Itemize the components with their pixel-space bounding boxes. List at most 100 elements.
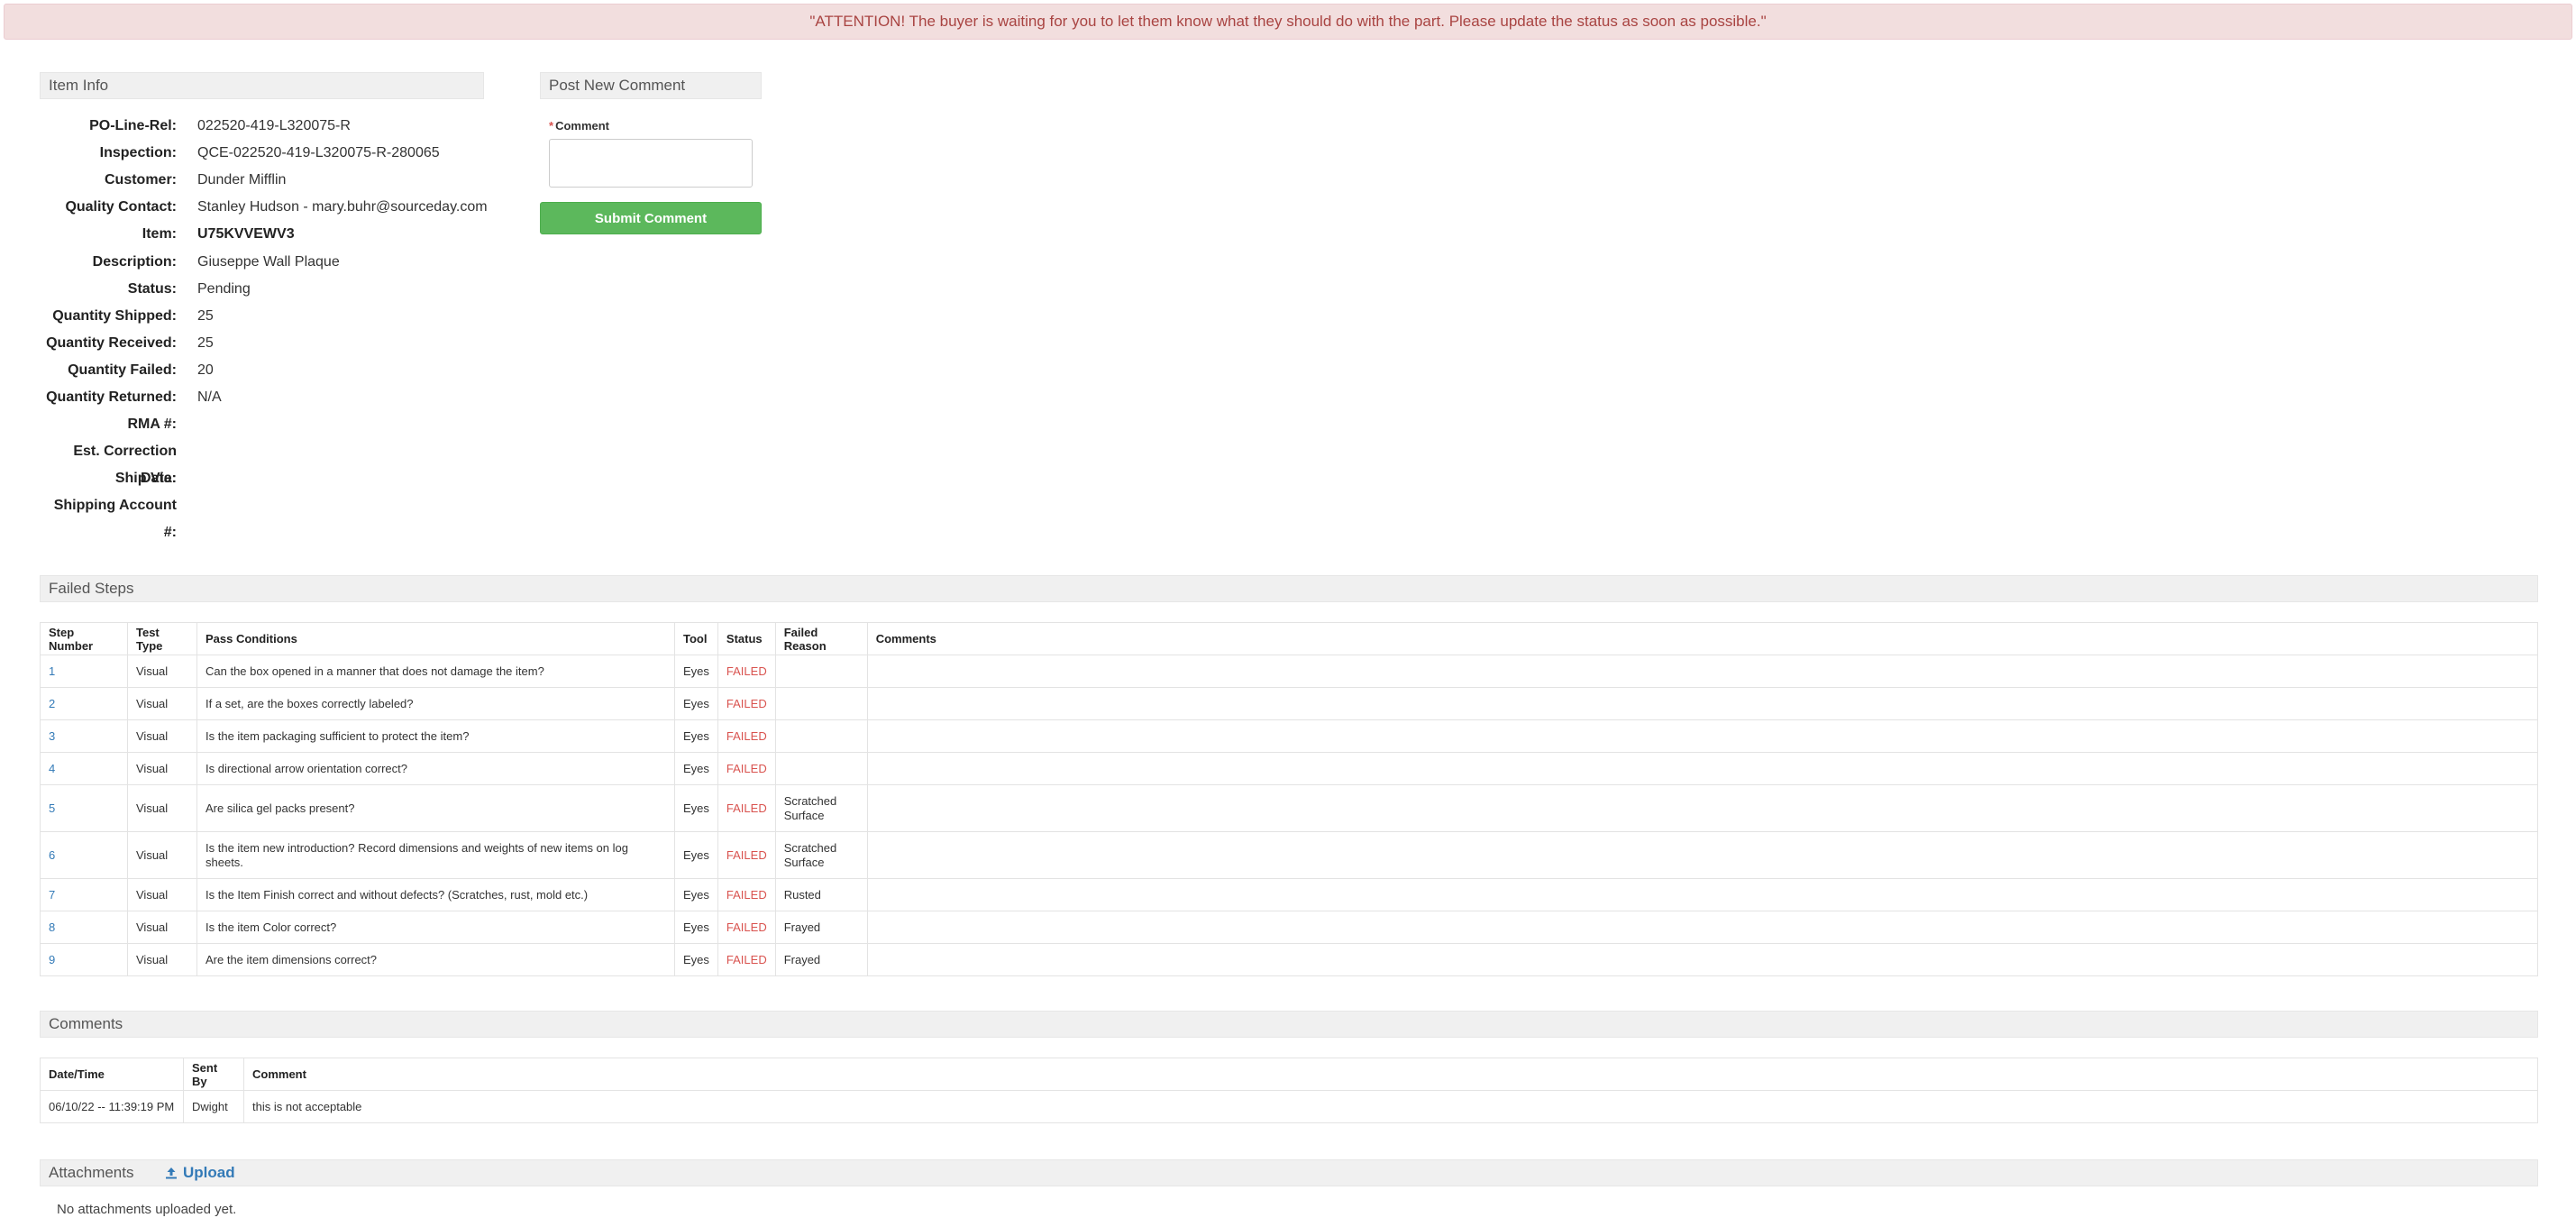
info-row: RMA #: — [40, 411, 508, 438]
comments-header-row: Date/Time Sent By Comment — [40, 1058, 2538, 1091]
step-number-cell[interactable]: 2 — [40, 687, 128, 720]
info-label: Ship Via: — [114, 471, 177, 487]
test-type-cell: Visual — [127, 943, 197, 976]
comments-cell — [866, 655, 2539, 688]
info-value: 022520-419-L320075-R — [197, 118, 351, 133]
column-header: Step Number — [40, 622, 128, 655]
info-label: Description: — [92, 253, 177, 270]
info-label: Status: — [127, 280, 177, 297]
comments-body: 06/10/22 -- 11:39:19 PM Dwight this is not… — [40, 1090, 2538, 1123]
failed-reason-cell: Frayed — [774, 943, 868, 976]
info-row: Inspection: QCE-022520-419-L320075-R-2800… — [40, 140, 508, 167]
column-header: Comment — [243, 1058, 2538, 1091]
info-value: Stanley Hudson - mary.buhr@sourceday.com — [197, 199, 488, 215]
tool-cell: Eyes — [674, 911, 718, 944]
step-number-cell[interactable]: 9 — [40, 943, 128, 976]
info-label: Inspection: — [99, 145, 177, 161]
test-type-cell: Visual — [127, 784, 197, 832]
comment-sender: Dwight — [183, 1090, 244, 1123]
tool-cell: Eyes — [674, 687, 718, 720]
step-number-cell[interactable]: 7 — [40, 878, 128, 911]
info-label: Quantity Received: — [46, 334, 177, 351]
upload-link[interactable]: Upload — [165, 1161, 235, 1185]
no-attachments-text: No attachments uploaded yet. — [57, 1202, 237, 1217]
tool-cell: Eyes — [674, 784, 718, 832]
tool-cell: Eyes — [674, 831, 718, 879]
status-cell: FAILED — [717, 911, 776, 944]
failed-reason-cell: Rusted — [774, 878, 868, 911]
status-cell: FAILED — [717, 943, 776, 976]
comment-label: * Comment — [549, 119, 609, 133]
comment-textarea[interactable] — [549, 139, 753, 188]
table-row: 5 Visual Are silica gel packs present? Eyes… — [40, 784, 2539, 832]
required-mark: * — [549, 119, 554, 133]
failed-reason-cell — [774, 752, 868, 785]
attachments-header: Attachments — [40, 1159, 2538, 1186]
info-value: Dunder Mifflin — [197, 172, 287, 188]
comments-cell — [866, 719, 2539, 753]
status-cell: FAILED — [717, 878, 776, 911]
pass-condition-cell: If a set, are the boxes correctly labele… — [196, 687, 675, 720]
tool-cell: Eyes — [674, 655, 718, 688]
failed-reason-line: Rusted — [783, 888, 821, 902]
item-info-header: Item Info — [40, 72, 484, 99]
table-row: 9 Visual Are the item dimensions correct? E… — [40, 943, 2539, 976]
comments-cell — [866, 752, 2539, 785]
failed-reason-line: Scratched — [783, 840, 837, 855]
info-value: 25 — [197, 307, 214, 324]
info-row: Customer: Dunder Mifflin — [40, 167, 508, 194]
test-type-cell: Visual — [127, 719, 197, 753]
step-number-cell[interactable]: 8 — [40, 911, 128, 944]
failed-steps-header-row: Step Number Test Type Pass Conditions Tool S… — [40, 622, 2539, 655]
info-label: Shipping Account #: — [53, 498, 177, 541]
step-number-cell[interactable]: 4 — [40, 752, 128, 785]
info-row: Description: Giuseppe Wall Plaque — [40, 249, 508, 276]
info-value: Pending — [197, 280, 251, 297]
info-value: 25 — [197, 334, 214, 351]
column-header: Comments — [866, 622, 2539, 655]
table-row: 2 Visual If a set, are the boxes correctly… — [40, 687, 2539, 720]
comments-cell — [866, 878, 2539, 911]
comments-cell — [866, 943, 2539, 976]
failed-reason-cell: Scratched Surface — [774, 784, 868, 832]
table-row: 3 Visual Is the item packaging sufficient … — [40, 719, 2539, 753]
status-cell: FAILED — [717, 784, 776, 832]
info-value: N/A — [197, 389, 222, 405]
comments-cell — [866, 784, 2539, 832]
step-number-cell[interactable]: 1 — [40, 655, 128, 688]
pass-condition-cell: Can the box opened in a manner that does… — [196, 655, 675, 688]
info-row: Quality Contact: Stanley Hudson - mary.bu… — [40, 194, 508, 221]
column-header: Date/Time — [40, 1058, 184, 1091]
failed-reason-cell: Scratched Surface — [774, 831, 868, 879]
failed-steps-header: Failed Steps — [40, 575, 2538, 602]
attachments-title: Attachments — [49, 1164, 134, 1181]
comments-cell — [866, 831, 2539, 879]
test-type-cell: Visual — [127, 831, 197, 879]
submit-comment-button[interactable]: Submit Comment — [540, 202, 762, 234]
step-number-cell[interactable]: 3 — [40, 719, 128, 753]
info-row: Shipping Account #: — [40, 492, 508, 540]
failed-reason-line: Surface — [783, 855, 825, 869]
failed-reason-line: Scratched — [783, 793, 837, 808]
step-number-cell[interactable]: 5 — [40, 784, 128, 832]
test-type-cell: Visual — [127, 752, 197, 785]
tool-cell: Eyes — [674, 719, 718, 753]
table-row: 7 Visual Is the Item Finish correct and wi… — [40, 878, 2539, 911]
upload-icon — [166, 1167, 177, 1179]
info-row: Ship Via: — [40, 465, 508, 492]
info-value: QCE-022520-419-L320075-R-280065 — [197, 145, 440, 161]
pass-condition-cell: Is the item new introduction? Record dim… — [196, 831, 675, 879]
column-header: Pass Conditions — [196, 622, 675, 655]
failed-reason-cell: Frayed — [774, 911, 868, 944]
comment-datetime: 06/10/22 -- 11:39:19 PM — [40, 1090, 184, 1123]
info-label: Item: — [142, 226, 177, 243]
status-cell: FAILED — [717, 831, 776, 879]
table-row: 6 Visual Is the item new introduction? Rec… — [40, 831, 2539, 879]
info-label: PO-Line-Rel: — [89, 118, 177, 133]
info-value: 20 — [197, 362, 214, 378]
table-row: 1 Visual Can the box opened in a manner th… — [40, 655, 2539, 688]
test-type-cell: Visual — [127, 878, 197, 911]
step-number-cell[interactable]: 6 — [40, 831, 128, 879]
column-header: Sent By — [183, 1058, 244, 1091]
comments-cell — [866, 687, 2539, 720]
